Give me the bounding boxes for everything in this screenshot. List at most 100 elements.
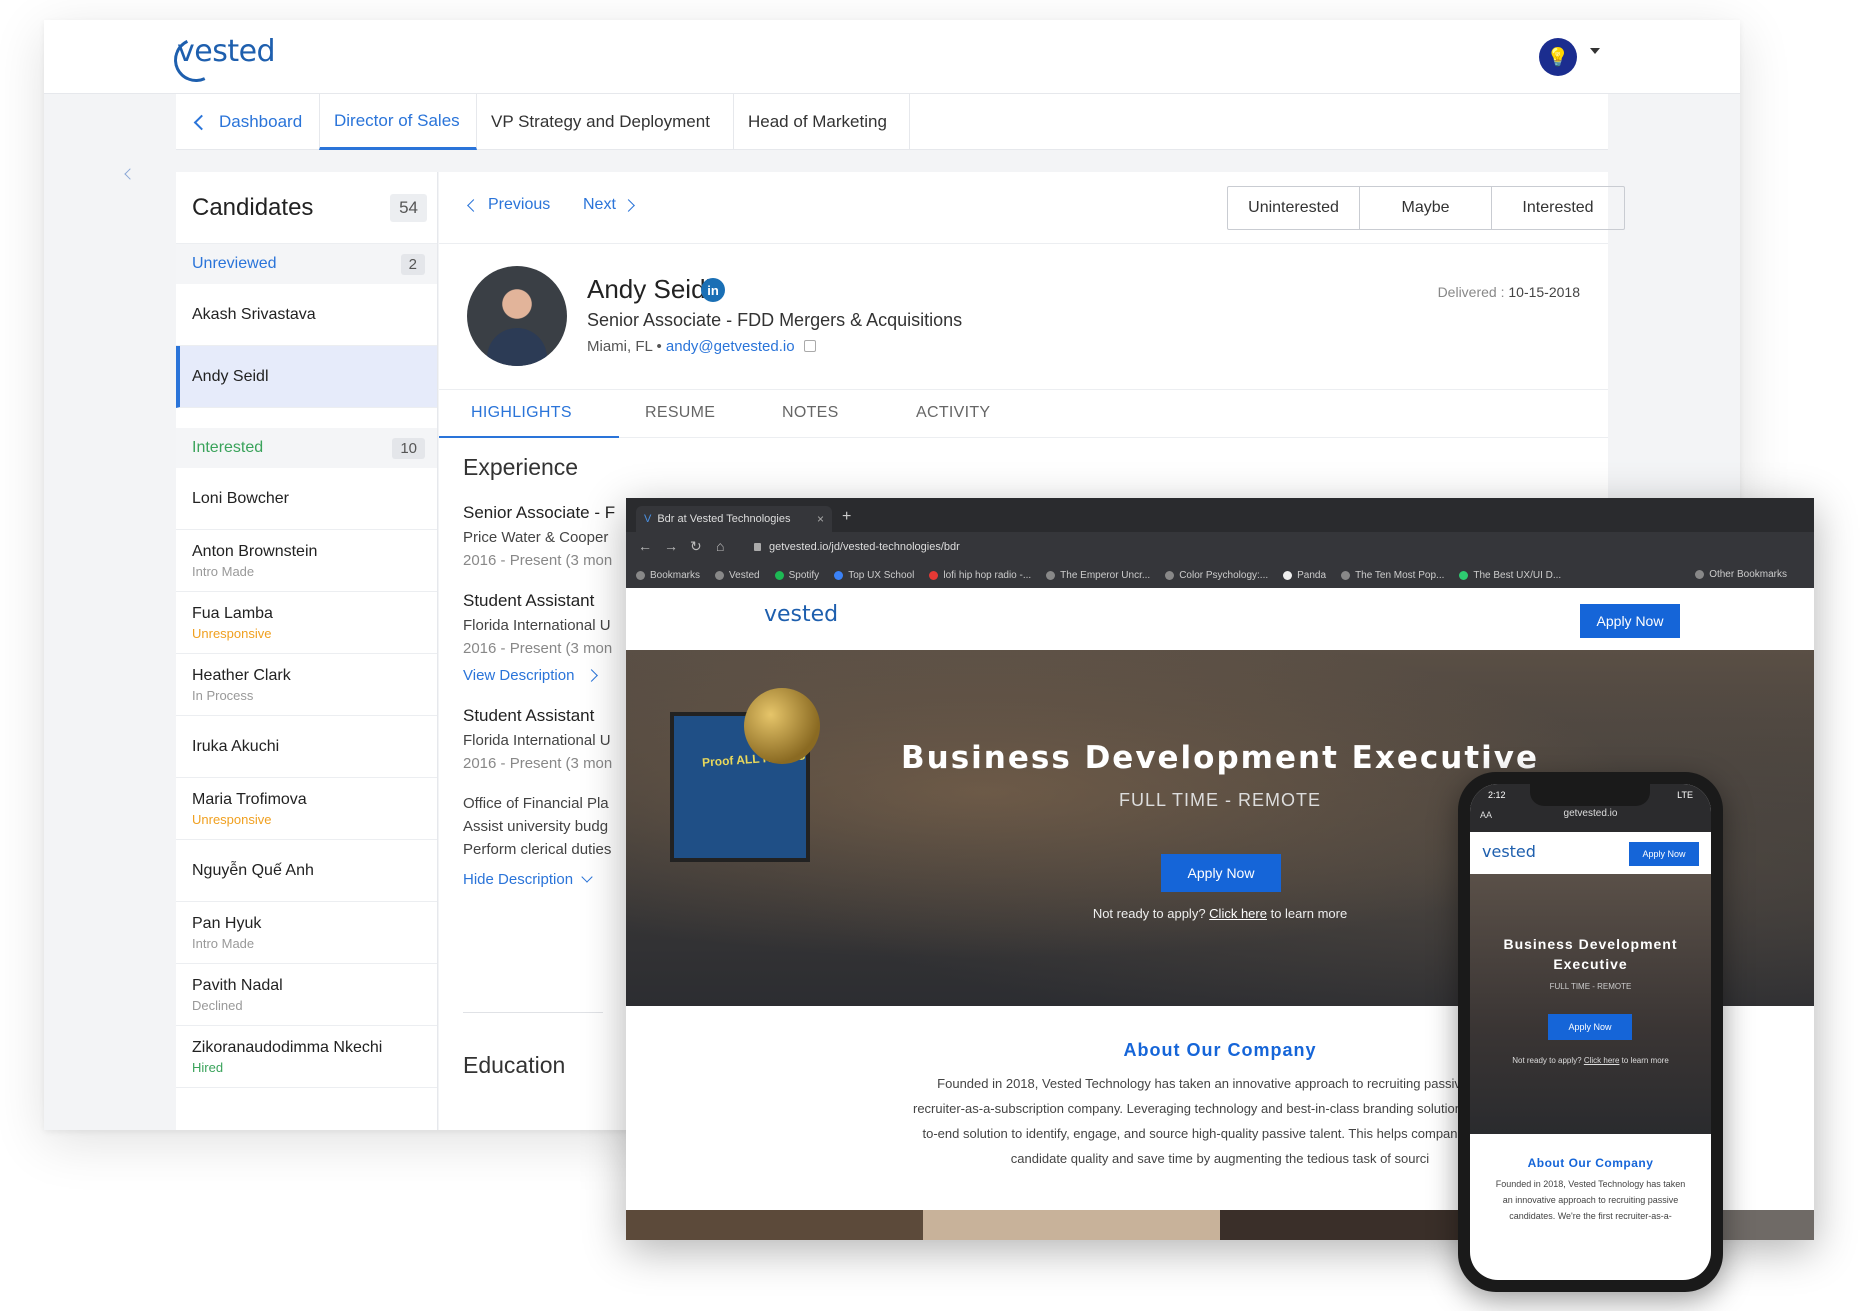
bookmark-icon bbox=[1165, 570, 1175, 580]
list-item[interactable]: Pavith Nadal Declined bbox=[176, 964, 437, 1026]
phone-site-header: vested Apply Now bbox=[1470, 832, 1711, 874]
learn-more-link[interactable]: Click here bbox=[1209, 906, 1267, 921]
candidate-location: Miami, FL • andy@getvested.io bbox=[587, 338, 816, 355]
browser-tab[interactable]: V Bdr at Vested Technologies × bbox=[636, 506, 832, 532]
other-bookmarks[interactable]: Other Bookmarks bbox=[1695, 569, 1787, 580]
phone-apply-button[interactable]: Apply Now bbox=[1548, 1014, 1632, 1040]
vested-favicon-icon: V bbox=[644, 513, 652, 525]
list-item[interactable]: Loni Bowcher bbox=[176, 468, 437, 530]
candidate-email[interactable]: andy@getvested.io bbox=[666, 338, 795, 355]
tab-head-of-marketing[interactable]: Head of Marketing bbox=[734, 94, 910, 150]
bookmark-item[interactable]: Top UX School bbox=[834, 570, 914, 581]
bookmark-item[interactable]: The Emperor Uncr... bbox=[1046, 570, 1150, 581]
tab-activity[interactable]: ACTIVITY bbox=[916, 404, 990, 422]
hero-title: Business Development Executive bbox=[901, 740, 1539, 776]
list-item-selected[interactable]: Andy Seidl bbox=[176, 346, 437, 408]
interested-button[interactable]: Interested bbox=[1492, 187, 1624, 229]
list-item[interactable]: Fua Lamba Unresponsive bbox=[176, 592, 437, 654]
group-interested[interactable]: Interested 10 bbox=[176, 428, 437, 468]
phone-header-apply-button[interactable]: Apply Now bbox=[1629, 842, 1699, 866]
bookmark-item[interactable]: Vested bbox=[715, 570, 760, 581]
bookmark-item[interactable]: The Ten Most Pop... bbox=[1341, 570, 1444, 581]
folder-icon bbox=[1695, 570, 1705, 579]
bookmark-item[interactable]: Color Psychology:... bbox=[1165, 570, 1268, 581]
maybe-button[interactable]: Maybe bbox=[1360, 187, 1492, 229]
bookmark-icon bbox=[834, 570, 844, 580]
next-button[interactable]: Next bbox=[583, 196, 635, 214]
forward-icon[interactable]: → bbox=[664, 538, 678, 554]
chevron-left-icon bbox=[193, 114, 210, 130]
education-title: Education bbox=[463, 1052, 566, 1078]
bookmark-icon bbox=[1459, 570, 1469, 580]
spotify-icon bbox=[774, 570, 784, 580]
candidates-count: 54 bbox=[390, 193, 427, 222]
job-entry: Student Assistant Florida International … bbox=[463, 591, 615, 684]
candidates-header: Candidates 54 bbox=[176, 172, 437, 244]
phone-screen: 2:12 LTE AA getvested.io vested Apply No… bbox=[1470, 784, 1711, 1280]
candidate-title: Senior Associate - FDD Mergers & Acquisi… bbox=[587, 310, 963, 330]
phone-mockup: 2:12 LTE AA getvested.io vested Apply No… bbox=[1458, 772, 1723, 1292]
detail-tabs: HIGHLIGHTS RESUME NOTES ACTIVITY bbox=[439, 390, 1608, 438]
dashboard-link[interactable]: Dashboard bbox=[176, 94, 319, 150]
tab-highlights[interactable]: HIGHLIGHTS bbox=[471, 404, 572, 422]
chevron-left-icon bbox=[467, 198, 480, 212]
phone-address-bar[interactable]: getvested.io bbox=[1470, 808, 1711, 819]
interest-segmented-control: Uninterested Maybe Interested bbox=[1227, 186, 1625, 230]
group-unreviewed[interactable]: Unreviewed 2 bbox=[176, 244, 437, 284]
bookmark-item[interactable]: Panda bbox=[1283, 570, 1326, 581]
job-entry: Senior Associate - F Price Water & Coope… bbox=[463, 503, 616, 569]
tab-vp-strategy[interactable]: VP Strategy and Deployment bbox=[477, 94, 734, 150]
close-tab-icon[interactable]: × bbox=[817, 512, 824, 526]
profile-header: Andy Seidl in Senior Associate - FDD Mer… bbox=[439, 244, 1608, 390]
list-item[interactable]: Akash Srivastava bbox=[176, 284, 437, 346]
list-item[interactable]: Maria Trofimova Unresponsive bbox=[176, 778, 437, 840]
list-item[interactable]: Pan Hyuk Intro Made bbox=[176, 902, 437, 964]
home-icon[interactable]: ⌂ bbox=[716, 538, 724, 554]
lock-icon bbox=[754, 543, 761, 551]
star-icon bbox=[636, 570, 645, 580]
user-menu-caret-icon[interactable] bbox=[1590, 48, 1600, 54]
new-tab-icon[interactable]: + bbox=[842, 508, 851, 526]
linkedin-icon[interactable]: in bbox=[701, 278, 725, 302]
bookmark-item[interactable]: Spotify bbox=[774, 570, 819, 581]
phone-hero: Business Development Executive FULL TIME… bbox=[1470, 874, 1711, 1134]
address-bar[interactable]: getvested.io/jd/vested-technologies/bdr bbox=[746, 536, 1766, 558]
list-item[interactable]: Zikoranaudodimma Nkechi Hired bbox=[176, 1026, 437, 1088]
list-item[interactable]: Nguyễn Quế Anh bbox=[176, 840, 437, 902]
hide-description-link[interactable]: Hide Description bbox=[463, 871, 615, 888]
header-apply-button[interactable]: Apply Now bbox=[1580, 604, 1680, 638]
tab-resume[interactable]: RESUME bbox=[645, 404, 715, 422]
site-logo[interactable]: vested bbox=[764, 602, 838, 627]
browser-chrome: V Bdr at Vested Technologies × + ← → ↻ ⌂… bbox=[626, 498, 1814, 588]
job-tabs: Dashboard Director of Sales VP Strategy … bbox=[176, 94, 1608, 150]
bookmark-item[interactable]: The Best UX/UI D... bbox=[1459, 570, 1561, 581]
user-avatar[interactable]: 💡 bbox=[1539, 38, 1577, 76]
collapse-sidebar-icon[interactable] bbox=[124, 168, 136, 180]
folder-icon bbox=[715, 570, 725, 580]
candidate-name: Andy Seidl bbox=[587, 274, 712, 304]
view-description-link[interactable]: View Description bbox=[463, 667, 615, 684]
panda-icon bbox=[1283, 570, 1293, 580]
bookmark-item[interactable]: lofi hip hop radio -... bbox=[929, 570, 1031, 581]
bookmark-item[interactable]: Bookmarks bbox=[636, 570, 700, 581]
list-item[interactable]: Heather Clark In Process bbox=[176, 654, 437, 716]
phone-learn-more-link[interactable]: Click here bbox=[1584, 1056, 1620, 1065]
candidate-photo bbox=[467, 266, 567, 366]
about-text: Founded in 2018, Vested Technology has t… bbox=[913, 1076, 1527, 1166]
tab-director-of-sales[interactable]: Director of Sales bbox=[319, 94, 477, 150]
previous-button[interactable]: Previous bbox=[467, 196, 550, 214]
uninterested-button[interactable]: Uninterested bbox=[1228, 187, 1360, 229]
list-item[interactable]: Iruka Akuchi bbox=[176, 716, 437, 778]
chevron-right-icon bbox=[622, 198, 635, 212]
reload-icon[interactable]: ↻ bbox=[690, 538, 702, 555]
hero-apply-button[interactable]: Apply Now bbox=[1161, 854, 1281, 892]
bookmark-icon bbox=[1046, 570, 1056, 580]
tab-notes[interactable]: NOTES bbox=[782, 404, 839, 422]
job-entry: Student Assistant Florida International … bbox=[463, 706, 615, 888]
app-logo[interactable]: vested bbox=[177, 34, 276, 69]
back-icon[interactable]: ← bbox=[638, 538, 652, 554]
job-description: Office of Financial Pla Assist universit… bbox=[463, 795, 612, 858]
list-item[interactable]: Anton Brownstein Intro Made bbox=[176, 530, 437, 592]
copy-icon[interactable] bbox=[803, 340, 816, 352]
candidates-panel: Candidates 54 Unreviewed 2 Akash Srivast… bbox=[176, 172, 438, 1130]
